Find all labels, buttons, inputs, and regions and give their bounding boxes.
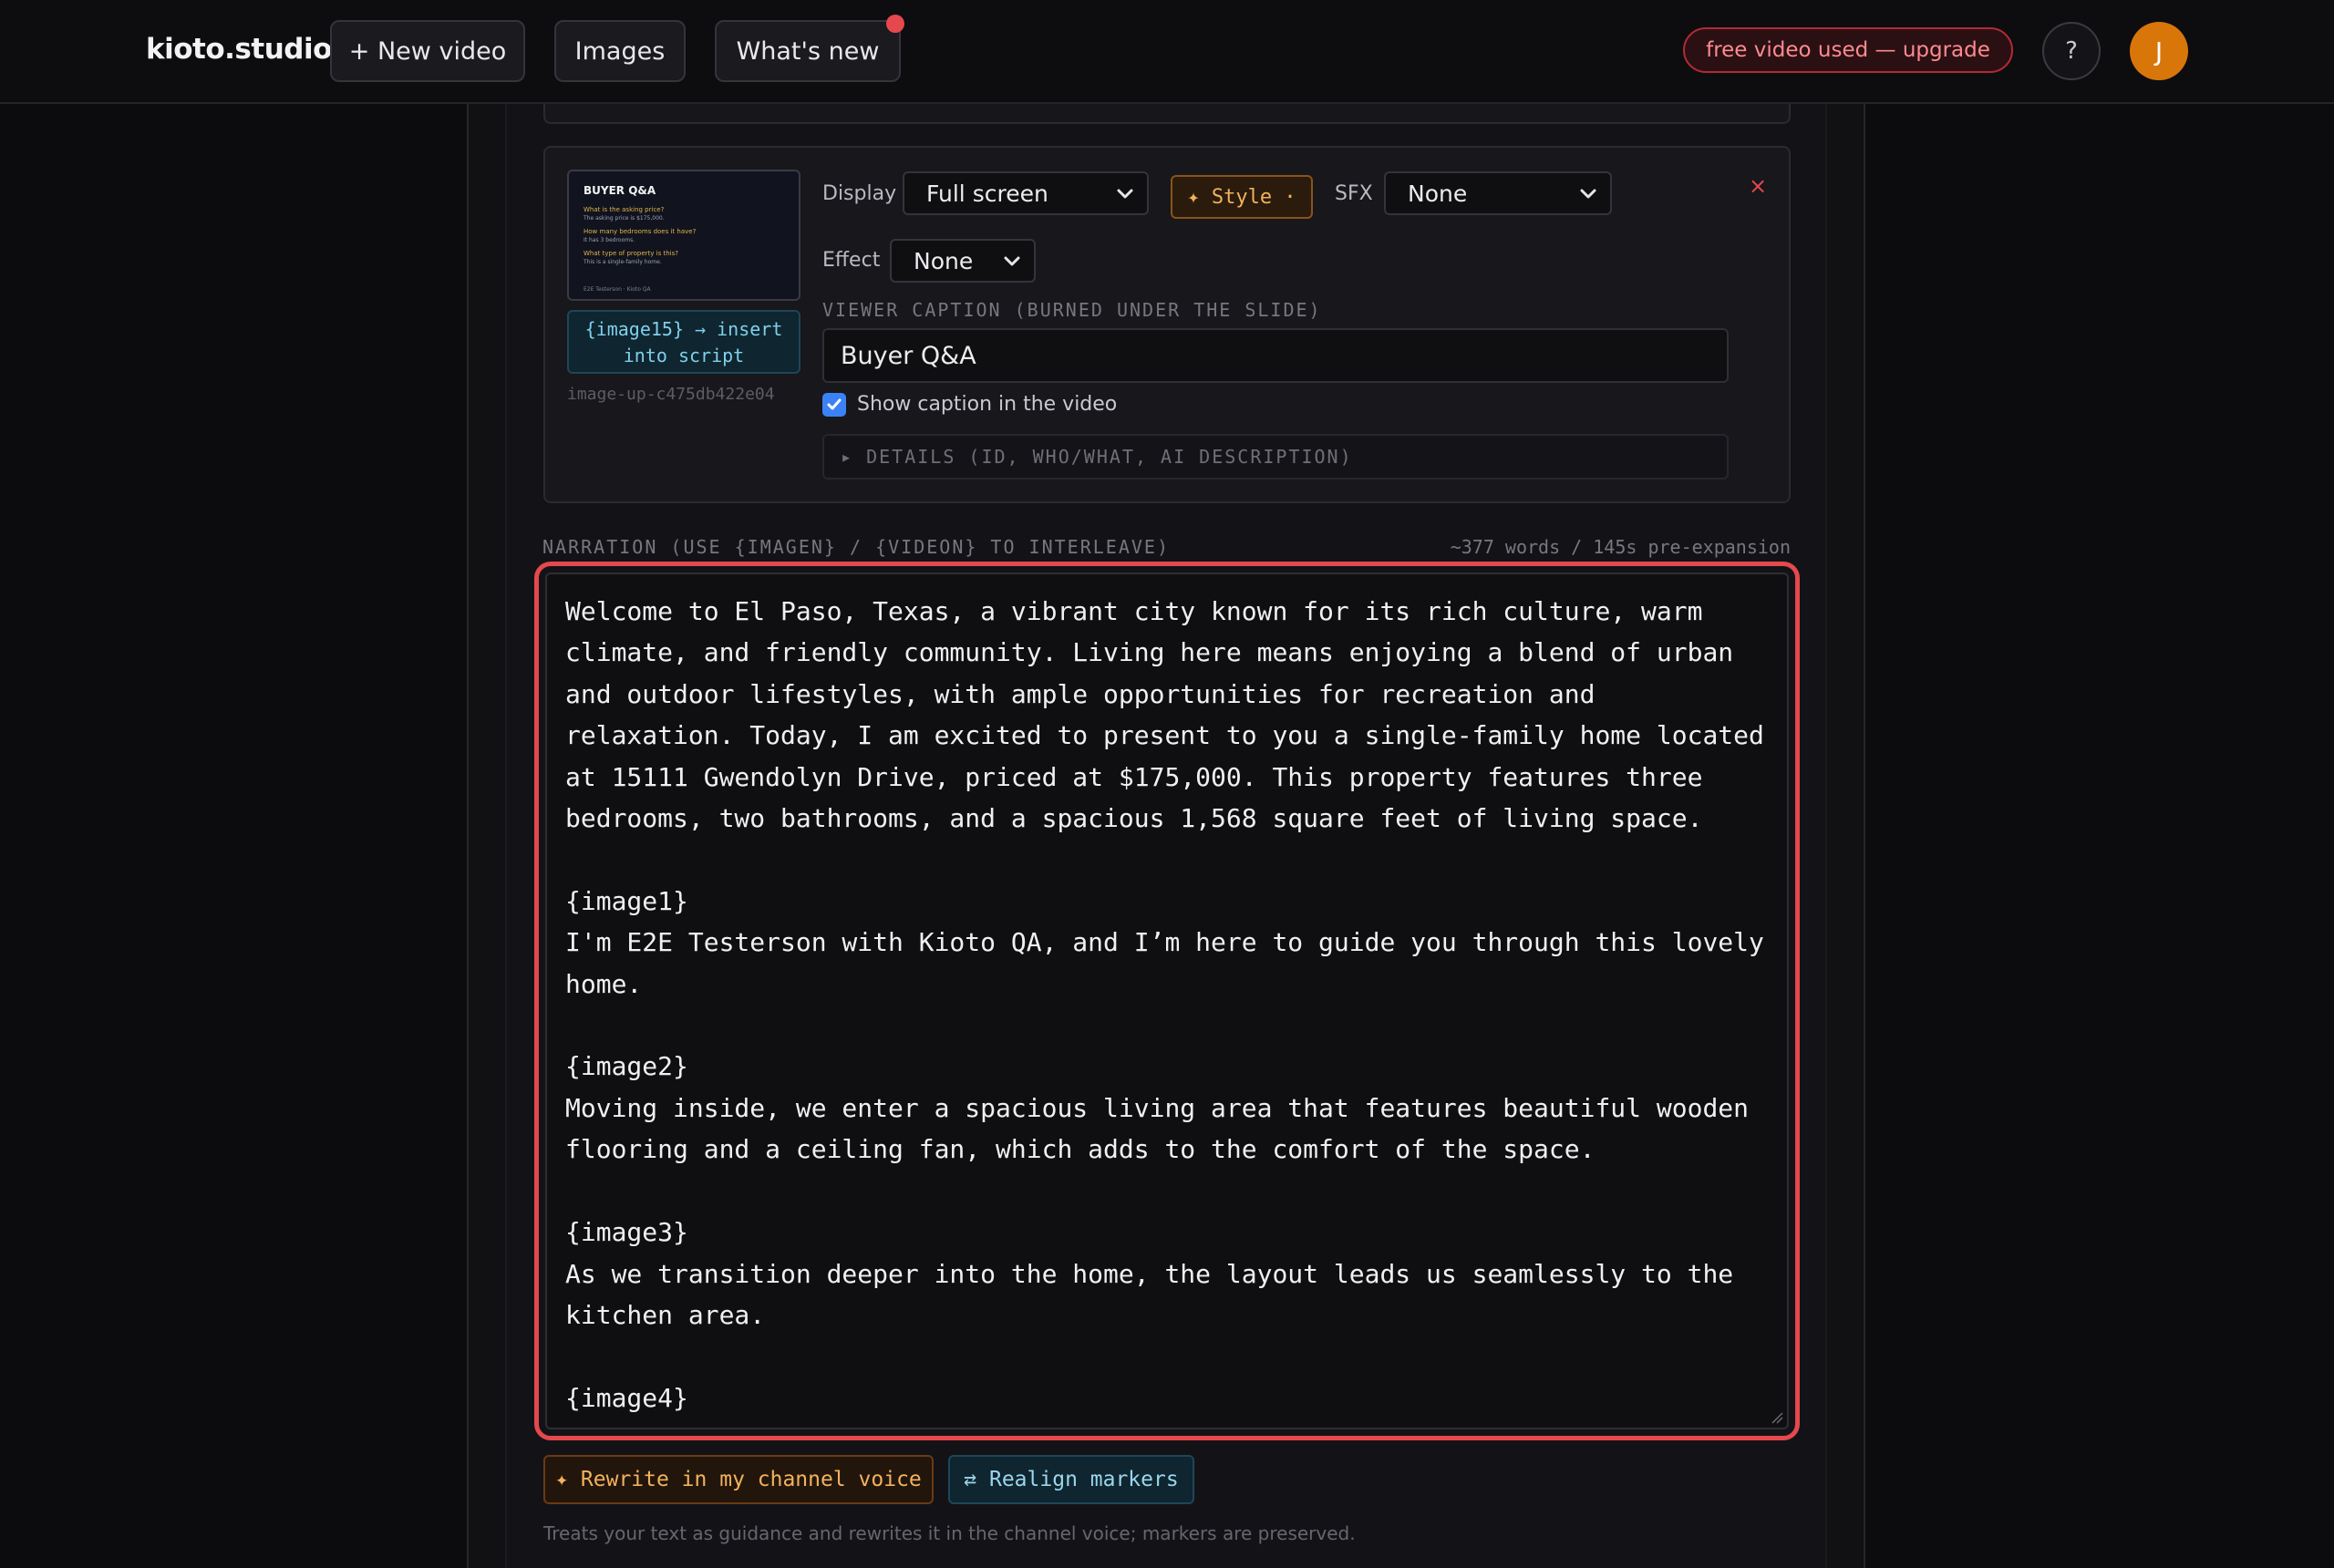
show-caption-label[interactable]: Show caption in the video bbox=[857, 393, 1117, 416]
image-id: image-up-c475db422e04 bbox=[567, 385, 775, 404]
app-logo[interactable]: kioto.studio bbox=[146, 33, 332, 66]
display-value: Full screen bbox=[926, 180, 1048, 207]
insert-into-script-button[interactable]: {image15} → insert into script bbox=[567, 310, 800, 374]
notification-dot bbox=[886, 15, 904, 33]
thumbnail-answer: The asking price is $175,000. bbox=[584, 215, 665, 222]
right-rail bbox=[1825, 104, 1865, 1568]
previous-slide-card bbox=[543, 104, 1791, 124]
sfx-label: SFX bbox=[1335, 182, 1373, 205]
viewer-caption-input[interactable] bbox=[822, 328, 1729, 383]
thumbnail-question: What type of property is this? bbox=[584, 250, 678, 257]
effect-select[interactable]: None bbox=[890, 239, 1036, 283]
thumbnail-answer: It has 3 bedrooms. bbox=[584, 237, 635, 243]
thumbnail-question: What is the asking price? bbox=[584, 206, 665, 213]
user-avatar[interactable]: J bbox=[2130, 22, 2188, 80]
whats-new-label: What's new bbox=[736, 36, 880, 66]
help-button[interactable]: ? bbox=[2042, 22, 2101, 80]
details-disclosure[interactable]: ▸ DETAILS (ID, WHO/WHAT, AI DESCRIPTION) bbox=[822, 434, 1729, 480]
chevron-down-icon bbox=[1004, 256, 1020, 266]
show-caption-checkbox[interactable] bbox=[822, 393, 846, 417]
narration-highlight: Welcome to El Paso, Texas, a vibrant cit… bbox=[534, 562, 1800, 1440]
viewer-caption-label: VIEWER CAPTION (BURNED UNDER THE SLIDE) bbox=[822, 299, 1322, 321]
thumbnail-question: How many bedrooms does it have? bbox=[584, 228, 697, 235]
rewrite-channel-voice-button[interactable]: ✦ Rewrite in my channel voice bbox=[543, 1455, 934, 1504]
resize-handle-icon[interactable] bbox=[1769, 1409, 1783, 1424]
thumbnail-answer: This is a single-family home. bbox=[584, 259, 662, 265]
chevron-down-icon bbox=[1580, 189, 1596, 199]
effect-value: None bbox=[914, 247, 974, 274]
thumbnail-footer: E2E Testerson · Kioto QA bbox=[584, 286, 651, 293]
style-button[interactable]: ✦ Style · bbox=[1171, 175, 1313, 219]
narration-text: Welcome to El Paso, Texas, a vibrant cit… bbox=[565, 596, 1764, 1413]
effect-label: Effect bbox=[822, 249, 881, 272]
left-rail bbox=[467, 104, 507, 1568]
narration-textarea[interactable]: Welcome to El Paso, Texas, a vibrant cit… bbox=[545, 573, 1789, 1429]
narration-label: NARRATION (USE {IMAGEN} / {VIDEON} TO IN… bbox=[542, 536, 1171, 558]
remove-slide-button[interactable]: × bbox=[1749, 173, 1767, 199]
word-count: ~377 words / 145s pre-expansion bbox=[1450, 536, 1791, 558]
display-label: Display bbox=[822, 182, 897, 205]
upgrade-badge[interactable]: free video used — upgrade bbox=[1683, 27, 2013, 73]
chevron-down-icon bbox=[1117, 189, 1133, 199]
whats-new-button[interactable]: What's new bbox=[715, 15, 904, 82]
sfx-value: None bbox=[1408, 180, 1468, 207]
new-video-button[interactable]: + New video bbox=[330, 20, 525, 82]
realign-markers-button[interactable]: ⇄ Realign markers bbox=[948, 1455, 1194, 1504]
checkmark-icon bbox=[827, 398, 842, 410]
images-button[interactable]: Images bbox=[554, 20, 686, 82]
sfx-select[interactable]: None bbox=[1384, 171, 1612, 215]
rewrite-hint: Treats your text as guidance and rewrite… bbox=[543, 1522, 1356, 1544]
slide-thumbnail[interactable]: BUYER Q&A What is the asking price? The … bbox=[567, 170, 800, 301]
thumbnail-title: BUYER Q&A bbox=[584, 184, 656, 197]
top-bar: kioto.studio + New video Images What's n… bbox=[0, 0, 2334, 104]
display-select[interactable]: Full screen bbox=[903, 171, 1149, 215]
